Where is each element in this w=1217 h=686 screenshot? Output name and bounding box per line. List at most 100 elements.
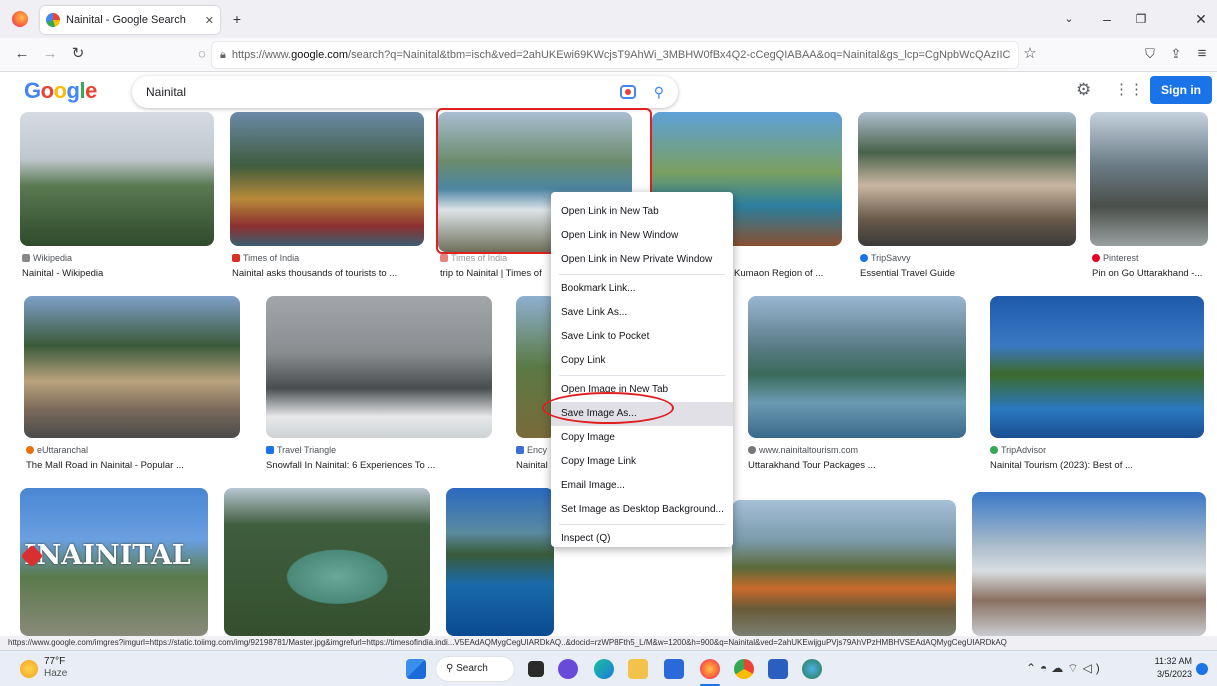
tab-google-search[interactable]: Nainital - Google Search ✕ [40, 6, 220, 34]
clock-date: 3/5/2023 [1156, 669, 1192, 679]
result-image[interactable] [224, 488, 430, 636]
result-source[interactable]: Times of India [440, 253, 507, 263]
restore-button[interactable]: ❐ [1130, 8, 1152, 30]
menu-item-copy-image[interactable]: Copy Image [551, 426, 733, 450]
result-caption[interactable]: Nainital - Wikipedia [22, 268, 212, 279]
result-caption[interactable]: Nainital [516, 460, 550, 471]
menu-item-open-link-new-tab[interactable]: Open Link in New Tab [551, 200, 733, 224]
menu-item-inspect[interactable]: Inspect (Q) [551, 527, 733, 551]
menu-item-open-link-new-window[interactable]: Open Link in New Window [551, 224, 733, 248]
clock[interactable]: 11:32 AM 3/5/2023 [1150, 655, 1192, 681]
extensions-icon[interactable]: ⇪ [1164, 42, 1188, 66]
sign-in-button[interactable]: Sign in [1150, 76, 1212, 104]
result-caption[interactable]: Nainital asks thousands of tourists to .… [232, 268, 422, 279]
task-view-icon[interactable] [528, 661, 544, 677]
result-source[interactable]: Pinterest [1092, 253, 1139, 263]
menu-item-copy-image-link[interactable]: Copy Image Link [551, 450, 733, 474]
word-icon[interactable] [768, 659, 788, 679]
search-icon[interactable]: ⚲ [654, 84, 664, 101]
result-source[interactable]: TripSavvy [860, 253, 911, 263]
result-caption[interactable]: The Mall Road in Nainital - Popular ... [26, 460, 240, 471]
result-image[interactable] [1090, 112, 1208, 246]
navigation-toolbar: ← → ↻ ◌ 🔒︎ https://www. google.com/search… [0, 38, 1217, 72]
firefox-taskbar-icon[interactable] [700, 659, 720, 679]
menu-item-bookmark-link[interactable]: Bookmark Link... [551, 277, 733, 301]
result-caption[interactable]: Nainital Tourism (2023): Best of ... [990, 460, 1204, 471]
mail-icon[interactable] [664, 659, 684, 679]
apps-grid-icon[interactable]: ⋮⋮ [1114, 80, 1144, 98]
app-icon[interactable] [802, 659, 822, 679]
result-image[interactable] [732, 500, 956, 636]
pocket-icon[interactable]: ⛉ [1138, 42, 1162, 66]
result-image[interactable] [20, 112, 214, 246]
result-image[interactable] [516, 296, 556, 438]
result-source[interactable]: TripAdvisor [990, 445, 1046, 455]
result-source[interactable]: eUttaranchal [26, 445, 88, 455]
result-caption[interactable]: Pin on Go Uttarakhand -... [1092, 268, 1210, 279]
result-image[interactable] [748, 296, 966, 438]
notification-icon[interactable] [1196, 663, 1208, 675]
menu-item-set-desktop-background[interactable]: Set Image as Desktop Background... [551, 498, 733, 522]
google-logo[interactable]: Google [24, 78, 97, 104]
result-image[interactable] [446, 488, 554, 636]
chrome-icon[interactable] [734, 659, 754, 679]
lock-icon: 🔒︎ [220, 48, 226, 61]
reload-button[interactable]: ↻ [66, 42, 90, 66]
result-caption[interactable]: Kumaon Region of ... [734, 268, 844, 279]
times-of-india-icon [440, 254, 448, 262]
result-image[interactable] [24, 296, 240, 438]
taskbar-search[interactable]: ⚲ Search [436, 657, 514, 681]
file-explorer-icon[interactable] [628, 659, 648, 679]
system-tray-icons[interactable]: ⌃◓☁⌔◁) [1026, 661, 1104, 676]
menu-item-email-image[interactable]: Email Image... [551, 474, 733, 498]
result-image[interactable]: INAINITAL [20, 488, 208, 636]
app-menu-icon[interactable]: ≡ [1190, 42, 1214, 66]
pinterest-icon [1092, 254, 1100, 262]
back-button[interactable]: ← [10, 42, 34, 66]
menu-item-save-link-pocket[interactable]: Save Link to Pocket [551, 325, 733, 349]
encyclopedia-icon [516, 446, 524, 454]
firefox-icon [12, 11, 28, 27]
url-domain: google.com [291, 49, 349, 61]
result-image[interactable] [266, 296, 492, 438]
lens-camera-icon[interactable] [619, 85, 636, 99]
shield-icon[interactable]: ◌ [190, 42, 214, 66]
weather-widget[interactable]: 77°F Haze [44, 656, 67, 680]
wikipedia-icon [22, 254, 30, 262]
menu-item-save-link-as[interactable]: Save Link As... [551, 301, 733, 325]
result-source[interactable]: Travel Triangle [266, 445, 336, 455]
result-image[interactable] [990, 296, 1204, 438]
result-image[interactable] [972, 492, 1206, 636]
forward-button[interactable]: → [38, 42, 62, 66]
result-caption[interactable]: Snowfall In Nainital: 6 Experiences To .… [266, 460, 490, 471]
browser-window: Nainital - Google Search ✕ + ⌄ – ❐ ✕ ← →… [0, 0, 1217, 686]
result-image[interactable] [858, 112, 1076, 246]
result-source[interactable]: Ency [516, 445, 547, 455]
minimize-button[interactable]: – [1096, 8, 1118, 30]
bookmark-star-icon[interactable]: ☆ [1018, 42, 1042, 66]
result-caption[interactable]: Essential Travel Guide [860, 268, 1070, 279]
tab-list-chevron-icon[interactable]: ⌄ [1058, 8, 1080, 30]
edge-icon[interactable] [594, 659, 614, 679]
settings-gear-icon[interactable]: ⚙ [1076, 80, 1091, 100]
result-source[interactable]: Wikipedia [22, 253, 72, 263]
nainitaltourism-icon [748, 446, 756, 454]
result-image[interactable] [230, 112, 424, 246]
new-tab-button[interactable]: + [226, 8, 248, 30]
menu-item-copy-link[interactable]: Copy Link [551, 349, 733, 373]
chat-icon[interactable] [558, 659, 578, 679]
start-windows-icon[interactable] [406, 659, 426, 679]
result-caption[interactable]: trip to Nainital | Times of [440, 268, 550, 279]
menu-separator [559, 524, 725, 525]
close-window-button[interactable]: ✕ [1190, 8, 1212, 30]
search-input[interactable]: Nainital [146, 85, 620, 99]
search-box[interactable]: Nainital ⚲ [132, 76, 678, 108]
url-bar[interactable]: 🔒︎ https://www. google.com/search?q=Naini… [212, 42, 1018, 68]
close-tab-icon[interactable]: ✕ [205, 14, 214, 27]
result-source[interactable]: www.nainitaltourism.com [748, 445, 858, 455]
result-caption[interactable]: Uttarakhand Tour Packages ... [748, 460, 964, 471]
result-source[interactable]: Times of India [232, 253, 299, 263]
menu-separator [559, 274, 725, 275]
weather-sun-icon[interactable] [20, 660, 38, 678]
menu-item-open-link-private-window[interactable]: Open Link in New Private Window [551, 248, 733, 272]
